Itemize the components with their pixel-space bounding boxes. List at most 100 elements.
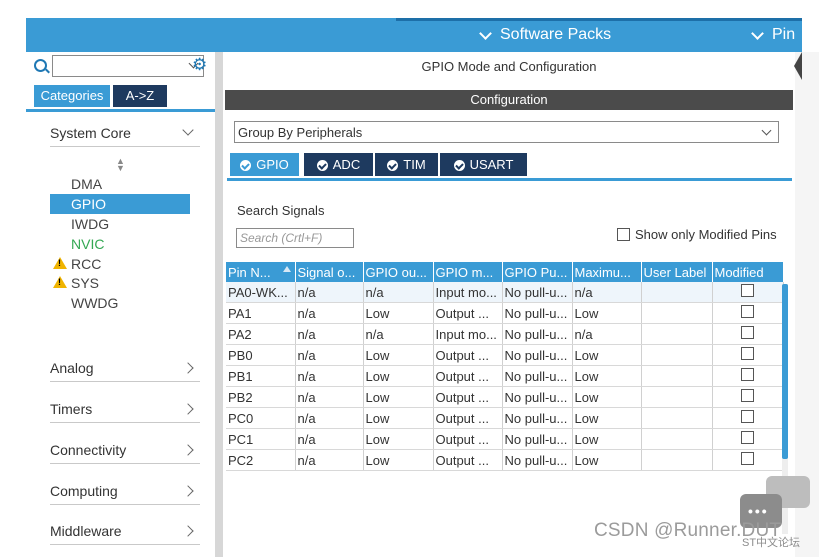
table-cell: Low (572, 302, 642, 324)
check-circle-icon (387, 160, 399, 171)
system-core-item-gpio[interactable]: GPIO (50, 194, 190, 214)
gear-icon[interactable]: ⚙ (192, 56, 207, 74)
column-header-gpio-output[interactable]: GPIO ou... (363, 262, 434, 282)
tab-tim[interactable]: TIM (375, 153, 438, 176)
pinout-menu[interactable]: Pin (751, 26, 796, 44)
system-core-item-nvic[interactable]: NVIC (50, 234, 190, 254)
modified-checkbox[interactable] (741, 452, 754, 465)
category-search-input[interactable] (52, 55, 204, 77)
modified-checkbox[interactable] (741, 305, 754, 318)
table-row[interactable]: PC1 n/a Low Output ... No pull-u... Low (226, 428, 784, 450)
column-header-max-speed[interactable]: Maximu... (572, 262, 642, 282)
column-header-pin-name[interactable]: Pin N... (226, 262, 296, 282)
modified-checkbox[interactable] (741, 389, 754, 402)
modified-cell (712, 365, 784, 387)
column-header-gpio-mode[interactable]: GPIO m... (433, 262, 503, 282)
table-cell: Low (572, 365, 642, 387)
table-row[interactable]: PA1 n/a Low Output ... No pull-u... Low (226, 302, 784, 324)
item-label: NVIC (71, 236, 105, 252)
table-cell: Input mo... (433, 323, 503, 345)
tab-label: USART (469, 157, 514, 172)
modified-cell (712, 386, 784, 408)
tab-a-to-z[interactable]: A->Z (113, 85, 167, 107)
column-header-user-label[interactable]: User Label (641, 262, 713, 282)
tab-label: GPIO (256, 157, 289, 172)
system-core-item-iwdg[interactable]: IWDG (50, 214, 190, 234)
table-cell: PC0 (226, 407, 296, 429)
table-cell: Output ... (433, 407, 503, 429)
item-label: DMA (71, 176, 103, 192)
system-core-item-wwdg[interactable]: WWDG (50, 293, 190, 313)
system-core-item-dma[interactable]: DMA (50, 174, 190, 194)
modified-cell (712, 428, 784, 450)
item-label: RCC (71, 256, 102, 272)
category-analog[interactable]: Analog (50, 355, 200, 382)
table-row[interactable]: PB1 n/a Low Output ... No pull-u... Low (226, 365, 784, 387)
category-label: System Core (50, 125, 131, 141)
category-label: Timers (50, 401, 93, 417)
table-row[interactable]: PB0 n/a Low Output ... No pull-u... Low (226, 344, 784, 366)
table-row[interactable]: PC2 n/a Low Output ... No pull-u... Low (226, 449, 784, 471)
sort-asc-icon[interactable] (282, 266, 291, 272)
sort-icon[interactable]: ▲ ▼ (116, 157, 125, 173)
table-cell: PA2 (226, 323, 296, 345)
modified-checkbox[interactable] (741, 410, 754, 423)
column-header-gpio-pull[interactable]: GPIO Pu... (502, 262, 573, 282)
modified-cell (712, 344, 784, 366)
table-cell: Low (572, 344, 642, 366)
system-core-item-rcc[interactable]: RCC (50, 254, 190, 274)
search-signals-input[interactable]: Search (Crtl+F) (236, 228, 354, 248)
column-header-modified[interactable]: Modified (712, 262, 784, 282)
table-cell: PB0 (226, 344, 296, 366)
category-label: Computing (50, 483, 118, 499)
modified-checkbox[interactable] (741, 326, 754, 339)
table-cell: PA1 (226, 302, 296, 324)
table-cell: Output ... (433, 428, 503, 450)
panel-splitter[interactable] (215, 52, 223, 557)
category-middleware[interactable]: Middleware (50, 518, 200, 545)
table-cell: Output ... (433, 365, 503, 387)
tab-usart[interactable]: USART (440, 153, 527, 176)
category-timers[interactable]: Timers (50, 396, 200, 423)
chevron-right-icon (182, 362, 194, 374)
show-modified-checkbox[interactable] (617, 228, 630, 241)
tab-adc[interactable]: ADC (304, 153, 373, 176)
table-row[interactable]: PA2 n/a n/a Input mo... No pull-u... n/a (226, 323, 784, 345)
table-scrollbar-thumb[interactable] (782, 284, 788, 459)
category-system-core[interactable]: System Core (50, 120, 200, 147)
table-cell: Output ... (433, 449, 503, 471)
category-connectivity[interactable]: Connectivity (50, 437, 200, 464)
modified-checkbox[interactable] (741, 368, 754, 381)
table-cell (641, 365, 713, 387)
left-panel: ⚙ Categories A->Z System Core ▲ ▼ DMA GPI… (26, 52, 215, 557)
tab-gpio[interactable]: GPIO (230, 153, 299, 176)
modified-cell (712, 449, 784, 471)
column-header-signal[interactable]: Signal o... (295, 262, 364, 282)
modified-checkbox[interactable] (741, 347, 754, 360)
table-cell: PC1 (226, 428, 296, 450)
software-packs-menu[interactable]: Software Packs (479, 26, 611, 44)
collapse-arrow-icon[interactable] (794, 52, 802, 80)
category-computing[interactable]: Computing (50, 478, 200, 505)
table-cell (641, 449, 713, 471)
modified-cell (712, 407, 784, 429)
table-cell: Output ... (433, 344, 503, 366)
pinout-label: Pin (772, 26, 796, 43)
table-cell: Low (572, 407, 642, 429)
tab-categories[interactable]: Categories (34, 85, 110, 107)
table-cell: n/a (295, 365, 364, 387)
table-cell: n/a (295, 323, 364, 345)
group-by-select[interactable]: Group By Peripherals (234, 121, 779, 143)
table-row[interactable]: PC0 n/a Low Output ... No pull-u... Low (226, 407, 784, 429)
modified-checkbox[interactable] (741, 284, 754, 297)
table-cell: n/a (295, 302, 364, 324)
table-cell: n/a (295, 428, 364, 450)
system-core-item-sys[interactable]: SYS (50, 273, 190, 293)
show-modified-toggle[interactable]: Show only Modified Pins (617, 227, 777, 242)
table-row[interactable]: PA0-WK... n/a n/a Input mo... No pull-u... n/… (226, 282, 784, 303)
table-row[interactable]: PB2 n/a Low Output ... No pull-u... Low (226, 386, 784, 408)
table-cell: No pull-u... (502, 302, 573, 324)
table-cell: PC2 (226, 449, 296, 471)
modified-checkbox[interactable] (741, 431, 754, 444)
table-cell: No pull-u... (502, 344, 573, 366)
